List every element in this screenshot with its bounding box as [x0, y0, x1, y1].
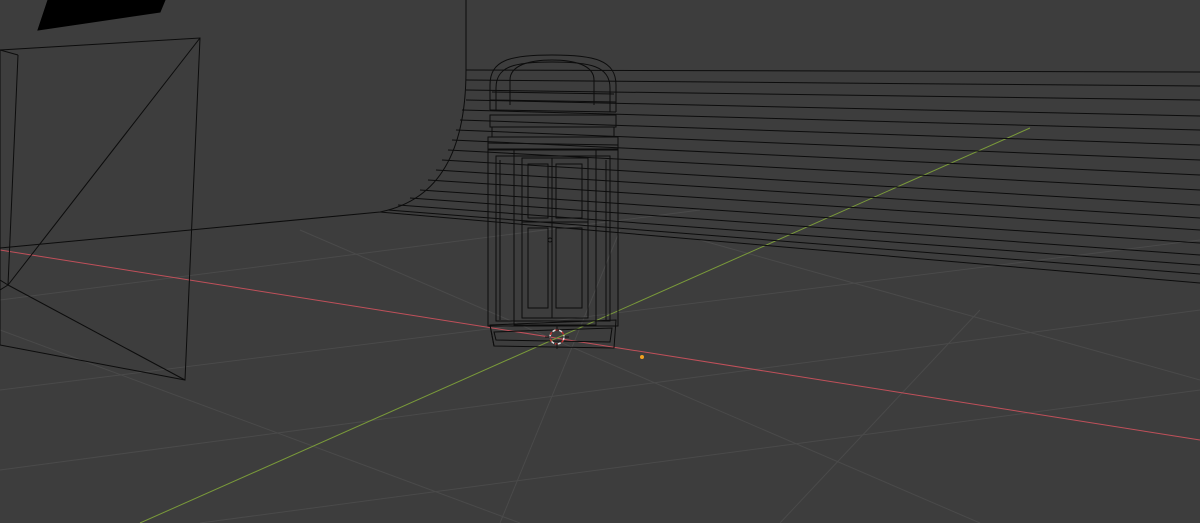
object-origin-dot-icon[interactable]	[640, 355, 644, 359]
3d-viewport[interactable]	[0, 0, 1200, 523]
viewport-background	[0, 0, 1200, 523]
